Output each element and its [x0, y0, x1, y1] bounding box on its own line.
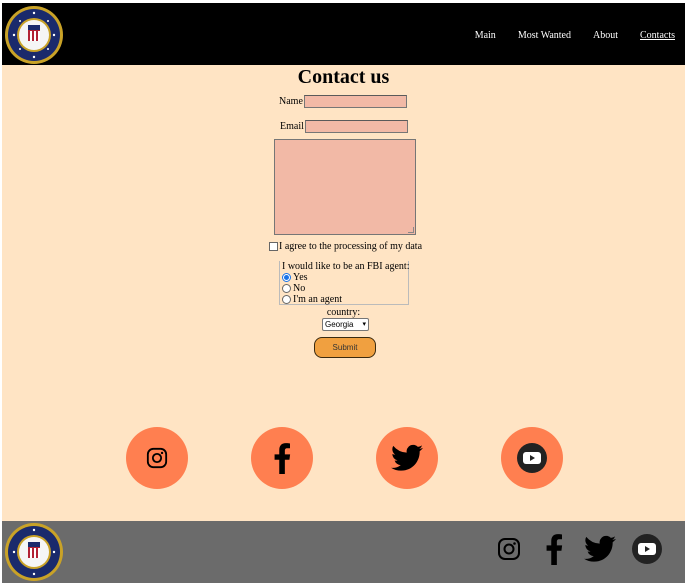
- fbi-seal-icon[interactable]: [4, 522, 64, 582]
- site-header: Main Most Wanted About Contacts: [2, 3, 685, 65]
- submit-button[interactable]: Submit: [314, 337, 376, 358]
- agent-option-label: No: [293, 283, 306, 294]
- youtube-icon: [517, 443, 547, 473]
- agent-option-no[interactable]: No: [282, 283, 305, 294]
- radio-im-agent[interactable]: [282, 295, 291, 304]
- email-row: Email: [280, 120, 408, 133]
- agent-option-yes[interactable]: Yes: [282, 272, 308, 283]
- agree-row: I agree to the processing of my data: [269, 241, 422, 252]
- nav-about-link[interactable]: About: [593, 30, 618, 41]
- email-input[interactable]: [304, 120, 408, 133]
- resize-grip-icon[interactable]: [408, 227, 414, 233]
- footer-facebook-link[interactable]: [536, 531, 572, 567]
- twitter-icon: [391, 444, 423, 471]
- country-select[interactable]: Georgia ▾: [322, 318, 369, 331]
- facebook-icon: [546, 534, 563, 565]
- nav-main-link[interactable]: Main: [475, 30, 496, 41]
- page-title: Contact us: [297, 66, 390, 88]
- agent-option-label: I'm an agent: [293, 294, 343, 305]
- country-label: country:: [326, 307, 361, 318]
- nav-contacts-link[interactable]: Contacts: [640, 30, 675, 41]
- agent-option-im-agent[interactable]: I'm an agent: [282, 294, 342, 305]
- chevron-down-icon: ▾: [362, 321, 366, 328]
- footer-instagram-link[interactable]: [491, 531, 527, 567]
- country-value: Georgia: [325, 320, 354, 329]
- name-row: Name: [279, 95, 407, 108]
- agent-option-label: Yes: [293, 272, 308, 283]
- instagram-icon: [146, 447, 168, 469]
- email-label: Email: [280, 120, 304, 132]
- name-label: Name: [279, 95, 303, 107]
- youtube-link[interactable]: [501, 427, 563, 489]
- facebook-icon: [274, 443, 291, 474]
- youtube-icon: [632, 534, 662, 564]
- twitter-link[interactable]: [376, 427, 438, 489]
- name-input[interactable]: [303, 95, 407, 108]
- main-nav: Main Most Wanted About Contacts: [453, 30, 675, 41]
- agent-fieldset: I would like to be an FBI agent: Yes No …: [279, 261, 409, 305]
- message-textarea[interactable]: [274, 139, 416, 235]
- facebook-link[interactable]: [251, 427, 313, 489]
- twitter-icon: [584, 535, 616, 562]
- agree-label: I agree to the processing of my data: [279, 241, 423, 252]
- radio-no[interactable]: [282, 284, 291, 293]
- instagram-icon: [498, 538, 520, 560]
- site-footer: [2, 521, 685, 583]
- nav-most-wanted-link[interactable]: Most Wanted: [518, 30, 571, 41]
- agent-legend: I would like to be an FBI agent:: [282, 261, 410, 272]
- footer-youtube-link[interactable]: [629, 531, 665, 567]
- fbi-seal-icon[interactable]: [4, 5, 64, 65]
- footer-twitter-link[interactable]: [582, 531, 618, 567]
- instagram-link[interactable]: [126, 427, 188, 489]
- radio-yes[interactable]: [282, 273, 291, 282]
- agree-checkbox[interactable]: [269, 242, 278, 251]
- contact-section: Contact us Name Email I agree to the pro…: [2, 65, 685, 521]
